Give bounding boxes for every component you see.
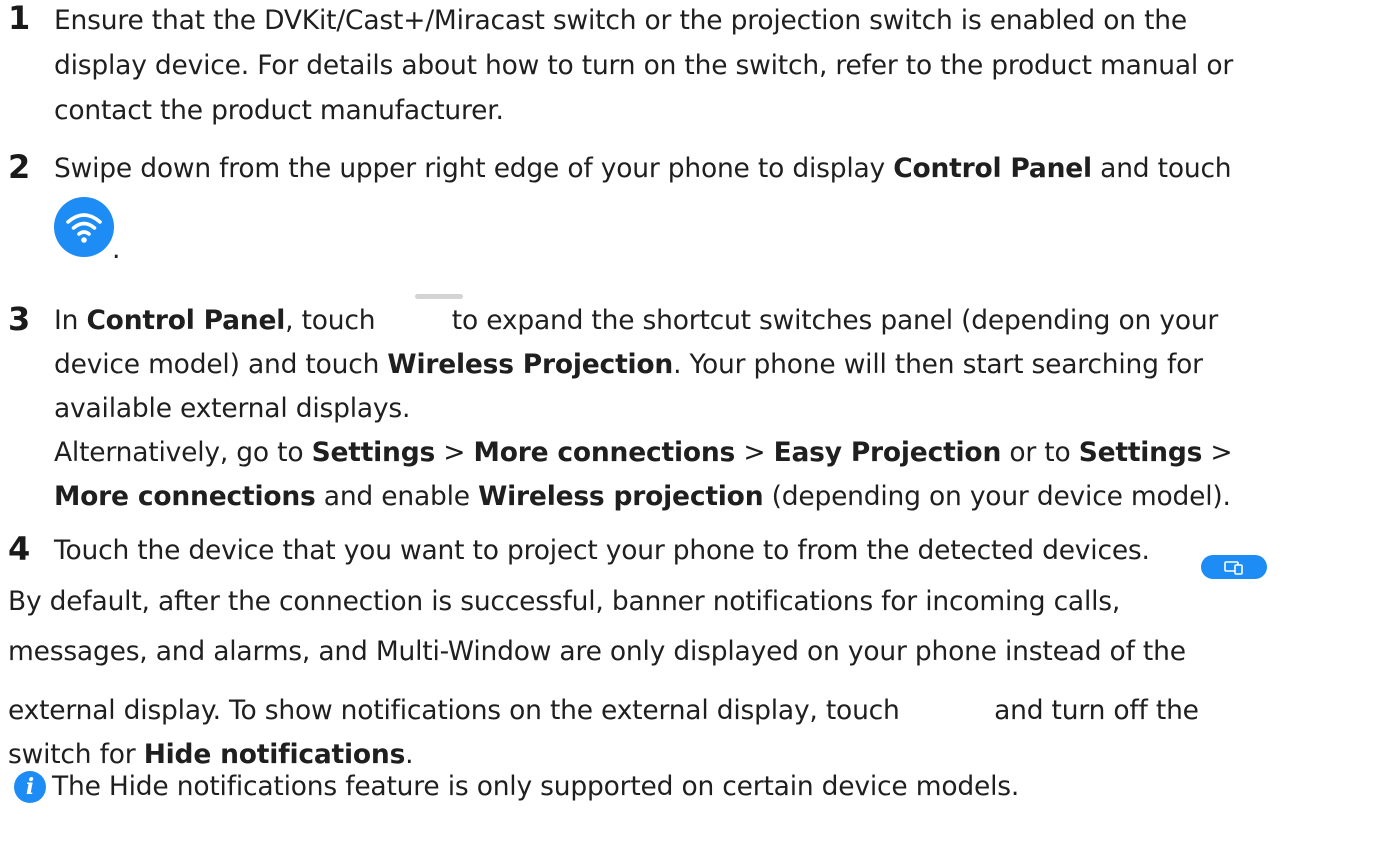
- paragraph-text-d: .: [405, 739, 414, 770]
- paragraph-bold-hide-notifications: Hide notifications: [143, 739, 406, 770]
- step-3-bold-more-connections-2: More connections: [54, 481, 316, 512]
- step-3-bold-more-connections: More connections: [473, 437, 736, 468]
- paragraph-line-4: switch for Hide notifications.: [8, 737, 414, 773]
- step-3-text-g: >: [435, 437, 474, 468]
- step-1-line-1: Ensure that the DVKit/Cast+/Miracast swi…: [54, 5, 1187, 36]
- step-2-line-1: Swipe down from the upper right edge of …: [54, 151, 1232, 187]
- info-icon: i: [14, 771, 46, 803]
- step-3-bold-easy-projection: Easy Projection: [773, 437, 1002, 468]
- step-3-text-a: In: [54, 305, 87, 336]
- paragraph-line-3: external display. To show notifications …: [8, 693, 1199, 729]
- projection-settings-icon: [1201, 555, 1267, 579]
- step-3-line-5: More connections and enable Wireless pro…: [54, 479, 1231, 515]
- step-3-text-d: device model) and touch: [54, 349, 388, 380]
- step-2-bold-control-panel: Control Panel: [893, 153, 1092, 184]
- info-icon-glyph: i: [25, 774, 35, 800]
- step-3-text-e: . Your phone will then start searching f…: [673, 349, 1203, 380]
- step-3-text-b: , touch: [285, 305, 384, 336]
- step-3-bold-settings-2: Settings: [1078, 437, 1203, 468]
- panel-handle-icon: [415, 294, 463, 299]
- step-3-bold-control-panel: Control Panel: [86, 305, 286, 336]
- step-3-text-i: or to: [1001, 437, 1079, 468]
- step-3-text-k: and enable: [315, 481, 479, 512]
- step-2-number: 2: [8, 148, 31, 186]
- step-3-line-4: Alternatively, go to Settings > More con…: [54, 435, 1233, 471]
- step-3-line-2: device model) and touch Wireless Project…: [54, 347, 1203, 383]
- step-3-text-j: >: [1202, 437, 1233, 468]
- wifi-icon: [54, 197, 114, 257]
- step-3-line-1: In Control Panel, touch to expand the sh…: [54, 303, 1218, 339]
- paragraph-line-2: messages, and alarms, and Multi-Window a…: [8, 636, 1186, 667]
- paragraph-line-1: By default, after the connection is succ…: [8, 586, 1121, 617]
- step-4-number: 4: [8, 530, 31, 568]
- step-2-period: .: [112, 234, 121, 265]
- step-3-bold-wireless-projection-2: Wireless projection: [478, 481, 764, 512]
- step-2-text-a: Swipe down from the upper right edge of …: [54, 153, 894, 184]
- step-4-line-1: Touch the device that you want to projec…: [54, 535, 1150, 566]
- step-1-line-3: contact the product manufacturer.: [54, 95, 504, 126]
- paragraph-text-b: and turn off the: [985, 695, 1199, 726]
- paragraph-text-a: external display. To show notifications …: [8, 695, 908, 726]
- step-3-bold-wireless-projection: Wireless Projection: [387, 349, 674, 380]
- step-3-number: 3: [8, 300, 31, 338]
- step-2-text-b: and touch: [1091, 153, 1232, 184]
- step-3-text-h: >: [735, 437, 774, 468]
- step-1-number: 1: [8, 0, 31, 37]
- note-text: The Hide notifications feature is only s…: [52, 771, 1020, 802]
- step-3-bold-settings: Settings: [311, 437, 436, 468]
- step-1-line-2: display device. For details about how to…: [54, 50, 1234, 81]
- paragraph-text-c: switch for: [8, 739, 144, 770]
- step-3-line-3: available external displays.: [54, 393, 411, 424]
- step-3-text-f: Alternatively, go to: [54, 437, 312, 468]
- step-3-text-c: to expand the shortcut switches panel (d…: [443, 305, 1219, 336]
- step-3-text-l: (depending on your device model).: [763, 481, 1231, 512]
